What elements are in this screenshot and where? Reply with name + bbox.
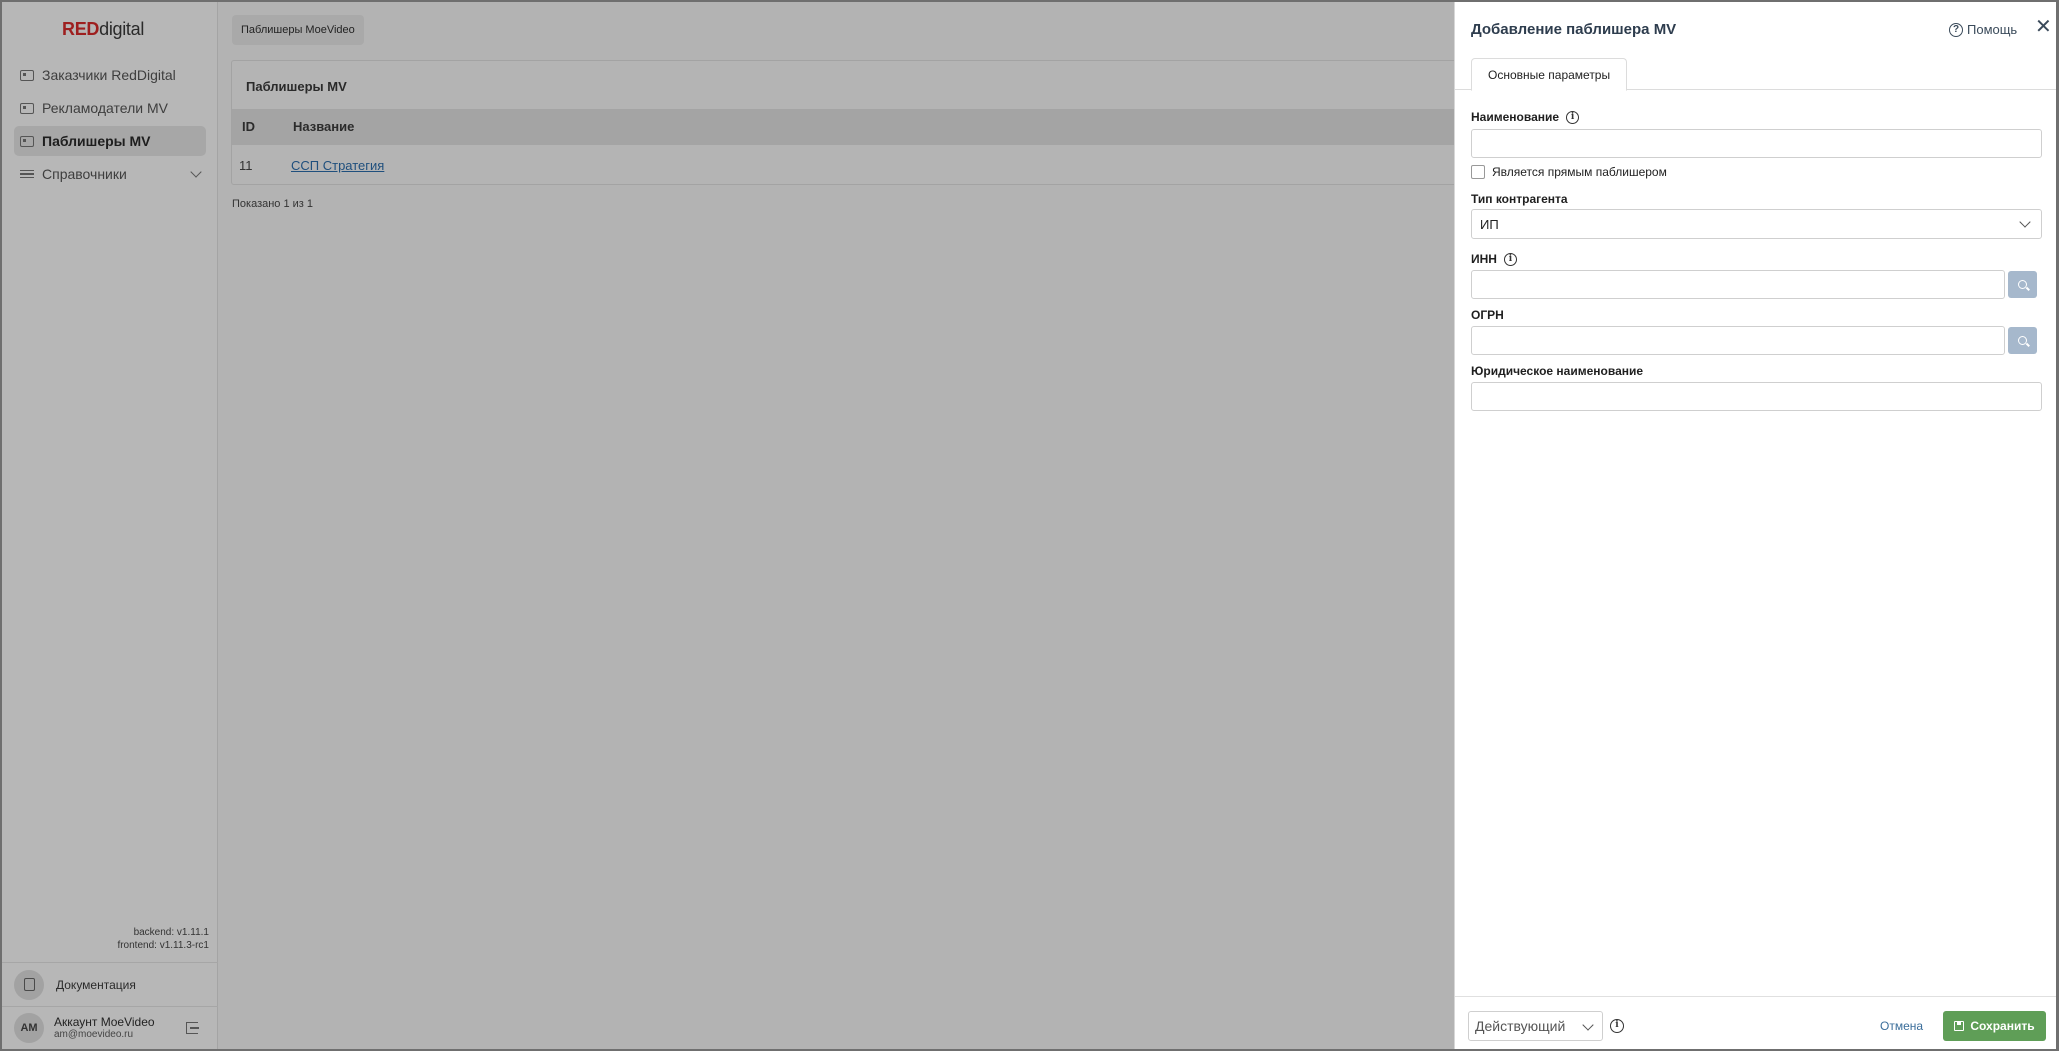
inn-input[interactable] <box>1471 270 2005 299</box>
column-header-name[interactable]: Название <box>293 119 354 134</box>
documentation-link[interactable]: Документация <box>2 962 218 1006</box>
contractor-type-value: ИП <box>1480 216 1499 232</box>
status-select[interactable]: Действующий <box>1468 1011 1603 1041</box>
tab-main-parameters[interactable]: Основные параметры <box>1471 58 1628 91</box>
search-icon <box>2018 336 2027 345</box>
account-name: Аккаунт MoeVideo <box>54 1014 155 1029</box>
table-header: ID Название <box>232 109 1530 145</box>
list-icon <box>20 169 34 179</box>
inn-label-text: ИНН <box>1471 252 1497 266</box>
sidebar-item-publishers[interactable]: Паблишеры MV <box>14 126 206 156</box>
info-icon[interactable]: i <box>1503 252 1517 266</box>
table-row: 11 ССП Стратегия <box>232 145 1530 185</box>
info-icon[interactable]: i <box>1566 110 1580 124</box>
logo-digital-text: digital <box>99 19 145 39</box>
pagination-summary: Показано 1 из 1 <box>232 198 314 210</box>
save-label: Сохранить <box>1970 1019 2035 1033</box>
search-icon <box>2018 280 2027 289</box>
drawer-title: Добавление паблишера MV <box>1471 21 1677 38</box>
help-label: Помощь <box>1967 22 2018 37</box>
contractor-type-label: Тип контрагента <box>1471 192 1568 206</box>
card-icon <box>20 135 34 147</box>
direct-publisher-checkbox[interactable] <box>1471 165 1485 179</box>
close-icon[interactable]: ✕ <box>2035 17 2052 37</box>
version-info: backend: v1.11.1 frontend: v1.11.3-rc1 <box>117 926 209 952</box>
logo[interactable]: REDdigital <box>62 19 144 40</box>
document-icon <box>14 969 44 1000</box>
help-button[interactable]: ? Помощь <box>1949 22 2017 37</box>
drawer-footer: Действующий i Отмена Сохранить <box>1455 996 2056 1049</box>
ogrn-input[interactable] <box>1471 326 2005 355</box>
ogrn-search-button[interactable] <box>2008 327 2037 354</box>
legal-name-label: Юридическое наименование <box>1471 364 1644 378</box>
save-button[interactable]: Сохранить <box>1943 1011 2046 1041</box>
cancel-button[interactable]: Отмена <box>1880 1019 1923 1033</box>
breadcrumb[interactable]: Паблишеры MoeVideo <box>232 15 364 45</box>
sidebar-item-label: Паблишеры MV <box>42 133 151 149</box>
name-label-text: Наименование <box>1471 110 1560 124</box>
sidebar-item-label: Заказчики RedDigital <box>42 67 176 83</box>
status-value: Действующий <box>1475 1018 1566 1034</box>
tab-bar: Основные параметры <box>1455 58 2056 91</box>
chevron-down-icon <box>190 166 202 178</box>
column-header-id[interactable]: ID <box>242 119 255 134</box>
legal-name-input[interactable] <box>1471 382 2042 411</box>
logo-red-text: RED <box>62 19 100 39</box>
question-icon: ? <box>1949 22 1963 37</box>
direct-publisher-checkbox-row[interactable]: Является прямым паблишером <box>1471 165 1667 179</box>
sidebar-item-label: Справочники <box>42 166 127 182</box>
documentation-label: Документация <box>56 977 136 992</box>
publishers-table-panel: Паблишеры MV ID Название 11 ССП Стратеги… <box>231 60 1531 185</box>
account-block: AM Аккаунт MoeVideo am@moevideo.ru <box>2 1006 218 1049</box>
logout-icon[interactable] <box>186 1022 199 1034</box>
name-input[interactable] <box>1471 129 2042 158</box>
row-name-link[interactable]: ССП Стратегия <box>291 158 384 173</box>
add-publisher-drawer: Добавление паблишера MV ? Помощь ✕ Основ… <box>1454 2 2056 1049</box>
contractor-type-select[interactable]: ИП <box>1471 209 2042 239</box>
account-email: am@moevideo.ru <box>54 1028 134 1040</box>
card-icon <box>20 102 34 114</box>
save-icon <box>1954 1021 1965 1031</box>
direct-publisher-label: Является прямым паблишером <box>1492 165 1667 179</box>
info-icon[interactable]: i <box>1610 1019 1624 1033</box>
inn-label: ИНН i <box>1471 252 1517 266</box>
ogrn-label: ОГРН <box>1471 308 1504 322</box>
sidebar-item-customers[interactable]: Заказчики RedDigital <box>14 60 206 90</box>
panel-title: Паблишеры MV <box>246 79 347 94</box>
backend-version: backend: v1.11.1 <box>133 927 209 938</box>
sidebar-item-directories[interactable]: Справочники <box>14 159 206 189</box>
avatar[interactable]: AM <box>14 1013 44 1043</box>
chevron-down-icon <box>2019 216 2031 228</box>
chevron-down-icon <box>1582 1019 1594 1031</box>
card-icon <box>20 69 34 81</box>
sidebar-item-advertisers[interactable]: Рекламодатели MV <box>14 93 206 123</box>
sidebar: REDdigital Заказчики RedDigital Рекламод… <box>2 2 218 1049</box>
name-label: Наименование i <box>1471 110 1580 124</box>
frontend-version: frontend: v1.11.3-rc1 <box>117 940 209 951</box>
inn-search-button[interactable] <box>2008 271 2037 298</box>
sidebar-item-label: Рекламодатели MV <box>42 100 168 116</box>
row-id: 11 <box>239 158 253 173</box>
app-window: REDdigital Заказчики RedDigital Рекламод… <box>2 2 2056 1049</box>
sidebar-nav: Заказчики RedDigital Рекламодатели MV Па… <box>14 60 206 192</box>
